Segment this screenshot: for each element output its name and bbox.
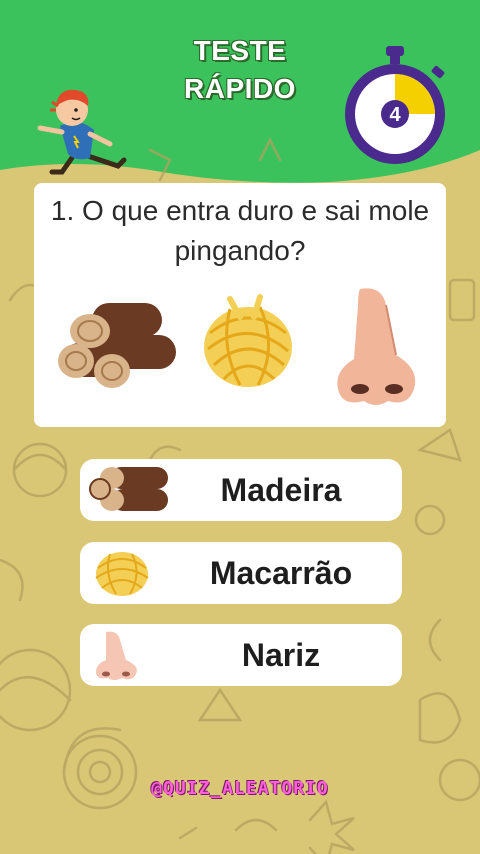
answer-label-nariz: Nariz: [241, 636, 321, 673]
title-line-2: RÁPIDO: [184, 73, 296, 104]
title-line-1: TESTE: [193, 35, 287, 66]
nose-image: [337, 288, 416, 405]
answer-option-macarrao[interactable]: Macarrão: [80, 542, 402, 604]
spaghetti-icon: [95, 552, 149, 596]
watermark-handle: @QUIZ_ALEATORIO: [151, 778, 329, 799]
question-text: 1. O que entra duro e sai mole pingando?: [50, 195, 430, 266]
answer-label-macarrao: Macarrão: [209, 554, 353, 591]
question-card: 1. O que entra duro e sai mole pingando?: [34, 183, 446, 427]
answer-option-madeira[interactable]: Madeira: [80, 459, 402, 521]
nose-icon: [96, 631, 137, 680]
wood-logs-icon: [89, 467, 168, 511]
timer-value: 4: [389, 104, 401, 126]
running-kid-illustration: [37, 89, 127, 175]
quiz-title: TESTE RÁPIDO: [150, 32, 330, 108]
wood-logs-image: [58, 303, 176, 388]
spaghetti-image: [204, 294, 292, 387]
answer-option-nariz[interactable]: Nariz: [80, 624, 402, 686]
stopwatch-timer: 4: [345, 46, 445, 164]
answer-label-madeira: Madeira: [220, 471, 342, 508]
